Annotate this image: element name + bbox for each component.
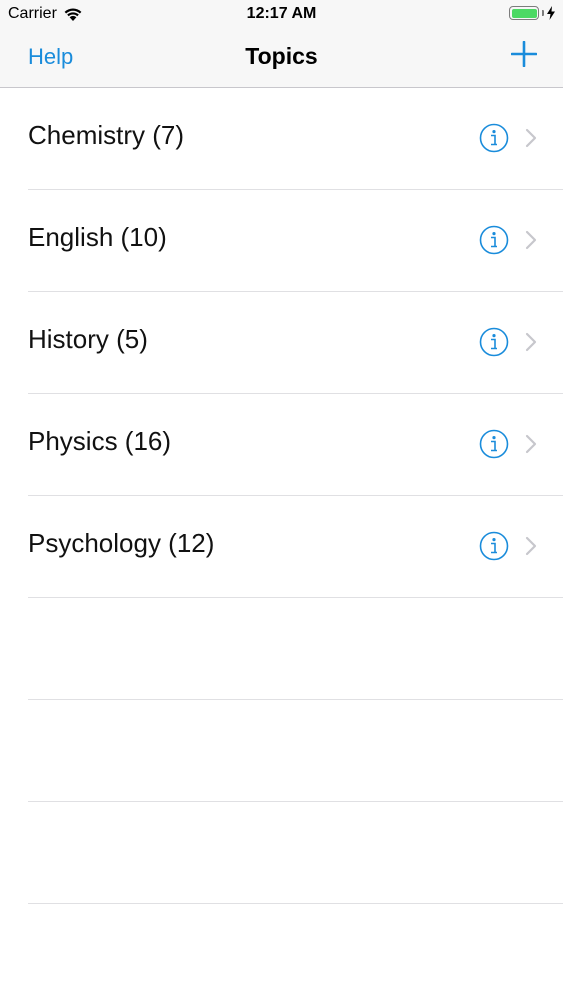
- chevron-right-icon: [525, 230, 537, 250]
- info-circle-icon[interactable]: [479, 429, 509, 459]
- info-circle-icon[interactable]: [479, 327, 509, 357]
- topic-row[interactable]: English (10): [28, 190, 563, 292]
- info-circle-icon[interactable]: [479, 531, 509, 561]
- info-circle-icon[interactable]: [479, 123, 509, 153]
- topic-row[interactable]: History (5): [28, 292, 563, 394]
- charging-bolt-icon: [547, 6, 555, 20]
- topic-row[interactable]: Psychology (12): [28, 496, 563, 598]
- topic-label: History (5): [28, 324, 148, 354]
- topic-label: Physics (16): [28, 426, 172, 456]
- help-button[interactable]: Help: [28, 44, 73, 70]
- battery-level: [511, 8, 537, 18]
- empty-row: [28, 598, 563, 700]
- topic-label: Psychology (12): [28, 528, 215, 558]
- chevron-right-icon: [525, 128, 537, 148]
- chevron-right-icon: [525, 434, 537, 454]
- status-bar: Carrier 12:17 AM: [0, 0, 563, 30]
- battery-icon: [509, 6, 539, 20]
- topics-list: Chemistry (7) English (10) History (5) P…: [0, 88, 563, 904]
- empty-row: [28, 700, 563, 802]
- topic-label: Chemistry (7): [28, 120, 185, 150]
- page-title: Topics: [245, 43, 318, 69]
- topic-row[interactable]: Chemistry (7): [28, 88, 563, 190]
- empty-row: [28, 802, 563, 904]
- topic-label: English (10): [28, 222, 167, 252]
- info-circle-icon[interactable]: [479, 225, 509, 255]
- topic-row[interactable]: Physics (16): [28, 394, 563, 496]
- plus-icon[interactable]: [511, 41, 537, 67]
- chevron-right-icon: [525, 332, 537, 352]
- battery-tip: [542, 10, 544, 16]
- status-time: 12:17 AM: [246, 5, 317, 22]
- navigation-bar: Help Topics: [0, 30, 563, 88]
- chevron-right-icon: [525, 536, 537, 556]
- battery-indicator: [509, 6, 555, 20]
